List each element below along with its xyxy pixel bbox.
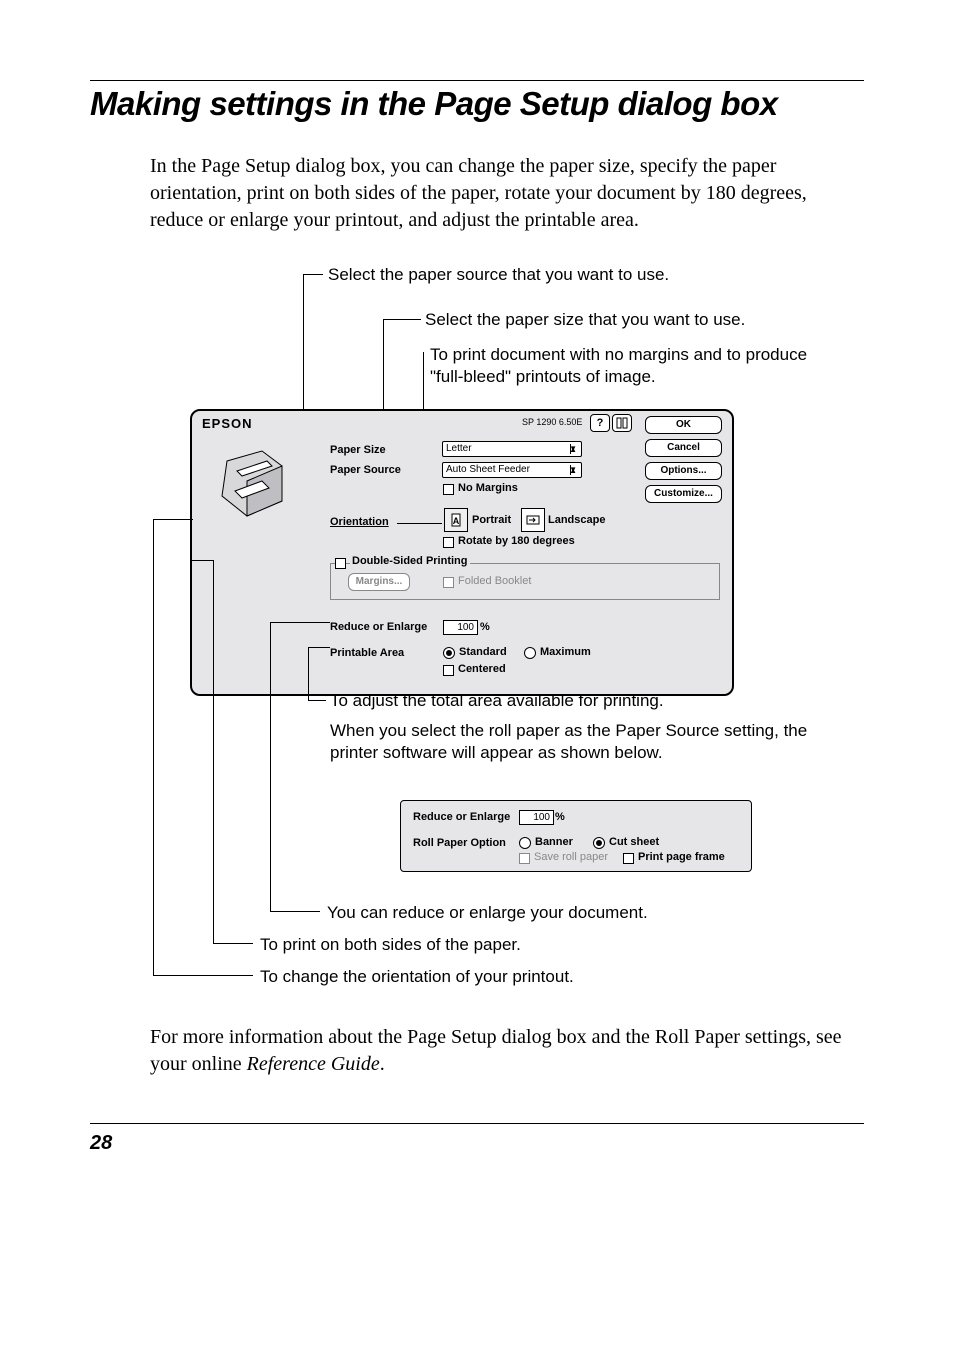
callout-duplex: To print on both sides of the paper.: [260, 934, 521, 956]
no-margins-checkbox[interactable]: [443, 484, 454, 495]
callout-orientation: To change the orientation of your printo…: [260, 966, 574, 988]
label-double-sided: Double-Sided Printing: [350, 555, 470, 567]
cancel-button[interactable]: Cancel: [645, 439, 722, 457]
rotate-checkbox[interactable]: [443, 537, 454, 548]
cut-sheet-radio[interactable]: [593, 837, 605, 849]
page-number: 28: [90, 1132, 864, 1155]
centered-checkbox[interactable]: [443, 665, 454, 676]
label-cut-sheet: Cut sheet: [609, 836, 659, 848]
intro-paragraph: In the Page Setup dialog box, you can ch…: [150, 153, 864, 234]
landscape-toggle[interactable]: [521, 508, 545, 532]
page-setup-dialog: EPSON SP 1290 6.50E ? Paper Size Letter …: [190, 409, 734, 696]
reduce-enlarge-input[interactable]: 100: [443, 620, 478, 635]
print-frame-checkbox[interactable]: [623, 853, 634, 864]
svg-text:A: A: [453, 516, 460, 526]
margins-button[interactable]: Margins...: [348, 573, 410, 591]
standard-radio[interactable]: [443, 647, 455, 659]
rule-bottom: [90, 1123, 864, 1124]
save-roll-checkbox[interactable]: [519, 853, 530, 864]
brand-label: EPSON: [202, 416, 253, 431]
label-roll-option: Roll Paper Option: [413, 837, 506, 849]
portrait-toggle[interactable]: A: [444, 508, 468, 532]
paper-size-select[interactable]: Letter ▲ ▼: [442, 441, 582, 457]
callout-paper-size: Select the paper size that you want to u…: [425, 309, 745, 331]
paper-size-value: Letter: [446, 443, 472, 454]
diagram: Select the paper source that you want to…: [90, 264, 864, 994]
reduce-enlarge-input-2[interactable]: 100: [519, 810, 554, 825]
label-standard: Standard: [459, 646, 507, 658]
page-title: Making settings in the Page Setup dialog…: [90, 85, 864, 123]
roll-paper-panel: Reduce or Enlarge 100 % Roll Paper Optio…: [400, 800, 752, 872]
percent-symbol-2: %: [555, 811, 565, 823]
label-print-frame: Print page frame: [638, 851, 725, 863]
label-printable-area: Printable Area: [330, 647, 404, 659]
label-centered: Centered: [458, 663, 506, 675]
label-folded: Folded Booklet: [458, 575, 531, 587]
utility-icon[interactable]: [612, 414, 632, 432]
customize-button[interactable]: Customize...: [645, 485, 722, 503]
callout-reduce: You can reduce or enlarge your document.: [327, 902, 648, 924]
label-banner: Banner: [535, 836, 573, 848]
reference-guide-link: Reference Guide: [247, 1053, 380, 1075]
printer-illustration: [207, 446, 292, 526]
callout-paper-source: Select the paper source that you want to…: [328, 264, 669, 286]
double-sided-checkbox[interactable]: [335, 558, 346, 569]
paper-source-select[interactable]: Auto Sheet Feeder ▲ ▼: [442, 462, 582, 478]
banner-radio[interactable]: [519, 837, 531, 849]
label-paper-source: Paper Source: [330, 464, 401, 476]
label-landscape: Landscape: [548, 514, 605, 526]
options-button[interactable]: Options...: [645, 462, 722, 480]
rule-top: [90, 80, 864, 81]
folded-checkbox[interactable]: [443, 577, 454, 588]
help-icon[interactable]: ?: [590, 414, 610, 432]
label-save-roll: Save roll paper: [534, 851, 608, 863]
label-no-margins: No Margins: [458, 482, 518, 494]
callout-no-margins: To print document with no margins and to…: [430, 344, 810, 388]
percent-symbol: %: [480, 621, 490, 633]
label-rotate: Rotate by 180 degrees: [458, 535, 575, 547]
footer-paragraph: For more information about the Page Setu…: [150, 1024, 864, 1078]
ok-button[interactable]: OK: [645, 416, 722, 434]
label-maximum: Maximum: [540, 646, 591, 658]
label-paper-size: Paper Size: [330, 444, 386, 456]
footer-text-b: .: [380, 1053, 385, 1075]
paper-source-value: Auto Sheet Feeder: [446, 464, 530, 475]
maximum-radio[interactable]: [524, 647, 536, 659]
label-portrait: Portrait: [472, 514, 511, 526]
label-reduce-enlarge: Reduce or Enlarge: [330, 621, 427, 633]
callout-roll-note: When you select the roll paper as the Pa…: [330, 720, 810, 764]
model-label: SP 1290 6.50E: [522, 417, 582, 427]
label-reduce-enlarge-2: Reduce or Enlarge: [413, 811, 510, 823]
callout-printable-area: To adjust the total area available for p…: [330, 690, 664, 712]
label-orientation: Orientation: [330, 516, 389, 528]
